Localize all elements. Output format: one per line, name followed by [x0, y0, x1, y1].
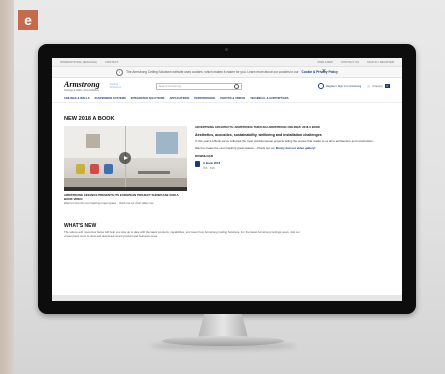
search-placeholder: Search Armstrong	[158, 84, 181, 88]
footer-strip	[52, 295, 402, 301]
register-label: Register / Sign in to Armstrong	[326, 84, 362, 88]
monitor-screen: INTERNATIONAL (ENGLISH) CONTACT FIND A R…	[52, 58, 402, 301]
main-content: NEW 2018 A BOOK ARMSTRONG CEILINGS PRESE…	[52, 116, 402, 238]
article-side: ADVERTISING ARCHITECTS: ARMSTRONG THROUG…	[195, 125, 390, 205]
monitor-stand-neck	[198, 314, 248, 338]
hero-chair	[76, 164, 85, 174]
utility-bar: INTERNATIONAL (ENGLISH) CONTACT FIND A R…	[52, 58, 402, 67]
utility-link[interactable]: CONTACT	[105, 60, 118, 64]
logo-name: Armstrong	[64, 79, 100, 89]
cookie-policy-link[interactable]: Cookie & Privacy Policy	[302, 70, 338, 74]
download-meta: PDF · 6MB	[203, 166, 215, 170]
nav-item-integrated[interactable]: INTEGRATED SOLUTIONS	[131, 97, 165, 100]
search-input[interactable]: Search Armstrong	[155, 82, 242, 90]
hero-artwork	[86, 134, 100, 148]
find-rep-link[interactable]: FIND A REP	[318, 60, 333, 64]
page-title: NEW 2018 A BOOK	[64, 116, 115, 122]
nav-item-applications[interactable]: APPLICATIONS	[169, 97, 189, 100]
article-lead: Aesthetics, acoustics, sustainability, w…	[195, 132, 322, 137]
monitor: INTERNATIONAL (ENGLISH) CONTACT FIND A R…	[38, 44, 416, 314]
cart-label: 0 item(s)	[372, 84, 383, 88]
main-nav: CEILINGS & WALLS SUSPENSION SYSTEMS INTE…	[52, 94, 402, 103]
cart-icon: 🛒	[367, 84, 371, 88]
info-icon: i	[116, 68, 124, 76]
video-gallery-link[interactable]: library and our video gallery!	[276, 146, 316, 150]
hero-chair	[90, 164, 99, 174]
contact-us-link[interactable]: CONTACT US	[341, 60, 359, 64]
webcam-dot	[225, 48, 228, 51]
nav-item-ceilings-walls[interactable]: CEILINGS & WALLS	[64, 97, 90, 100]
video-caption: ARMSTRONG CEILINGS PRESENTS ITS EUROPEAN…	[64, 193, 179, 201]
video-block: ARMSTRONG CEILINGS PRESENTS ITS EUROPEAN…	[64, 126, 187, 205]
utility-link[interactable]: INTERNATIONAL (ENGLISH)	[60, 60, 97, 64]
logo-subtitle: Ceiling Solutions	[109, 81, 122, 89]
left-edge-shadow	[0, 0, 14, 374]
article-body: In this year's A Book we've collected th…	[195, 139, 374, 144]
article-cta: Want to create the next inspiring great …	[195, 146, 275, 150]
panel-label-badge: e	[18, 10, 38, 30]
sign-in-link[interactable]: SIGN IN / REGISTER	[367, 60, 394, 64]
whats-new-text: The videos and resources below will help…	[64, 230, 300, 238]
hero-chair	[104, 164, 113, 174]
cart-button[interactable]: 🛒 0 item(s) 0	[367, 84, 390, 88]
nav-item-photos-videos[interactable]: PHOTOS & VIDEOS	[220, 97, 245, 100]
whats-new-heading: WHAT'S NEW	[64, 223, 97, 230]
logo-tagline: Ceilings & Walls, Accessibilities	[64, 88, 99, 92]
download-heading: DOWNLOAD	[195, 153, 213, 158]
search-icon[interactable]	[233, 83, 239, 89]
armstrong-logo[interactable]: Armstrong Ceilings & Walls, Accessibilit…	[64, 79, 100, 92]
play-icon[interactable]	[119, 152, 131, 164]
video-controls-bar[interactable]	[64, 187, 187, 191]
video-subcaption: Want to know the next inspiring project …	[64, 202, 155, 206]
site-header: Armstrong Ceilings & Walls, Accessibilit…	[52, 78, 402, 94]
nav-item-technical[interactable]: TECHNICAL & SUPPORT/ADS	[250, 97, 288, 100]
download-item-label: A Book 2018	[203, 160, 221, 165]
cookie-banner: i The Armstrong Ceiling Solutions websit…	[52, 67, 402, 78]
user-icon	[318, 83, 325, 89]
photo-frame: e INTERNATIONAL (ENGLISH) CONTACT FIND A…	[0, 0, 445, 374]
video-player[interactable]	[64, 126, 187, 191]
cart-count-badge: 0	[384, 84, 390, 88]
register-link[interactable]: Register / Sign in to Armstrong	[318, 83, 361, 89]
monitor-stand-base	[162, 336, 284, 346]
close-icon[interactable]: ×	[322, 67, 326, 77]
nav-item-suspension[interactable]: SUSPENSION SYSTEMS	[95, 97, 126, 100]
pdf-icon	[195, 160, 200, 167]
hero-window	[156, 132, 178, 154]
nav-item-performance[interactable]: PERFORMANCE	[194, 97, 215, 100]
hero-table	[138, 171, 170, 174]
cookie-text: The Armstrong Ceiling Solutions website …	[126, 70, 299, 74]
article-kicker: ADVERTISING ARCHITECTS: ARMSTRONG THROUG…	[195, 125, 321, 129]
